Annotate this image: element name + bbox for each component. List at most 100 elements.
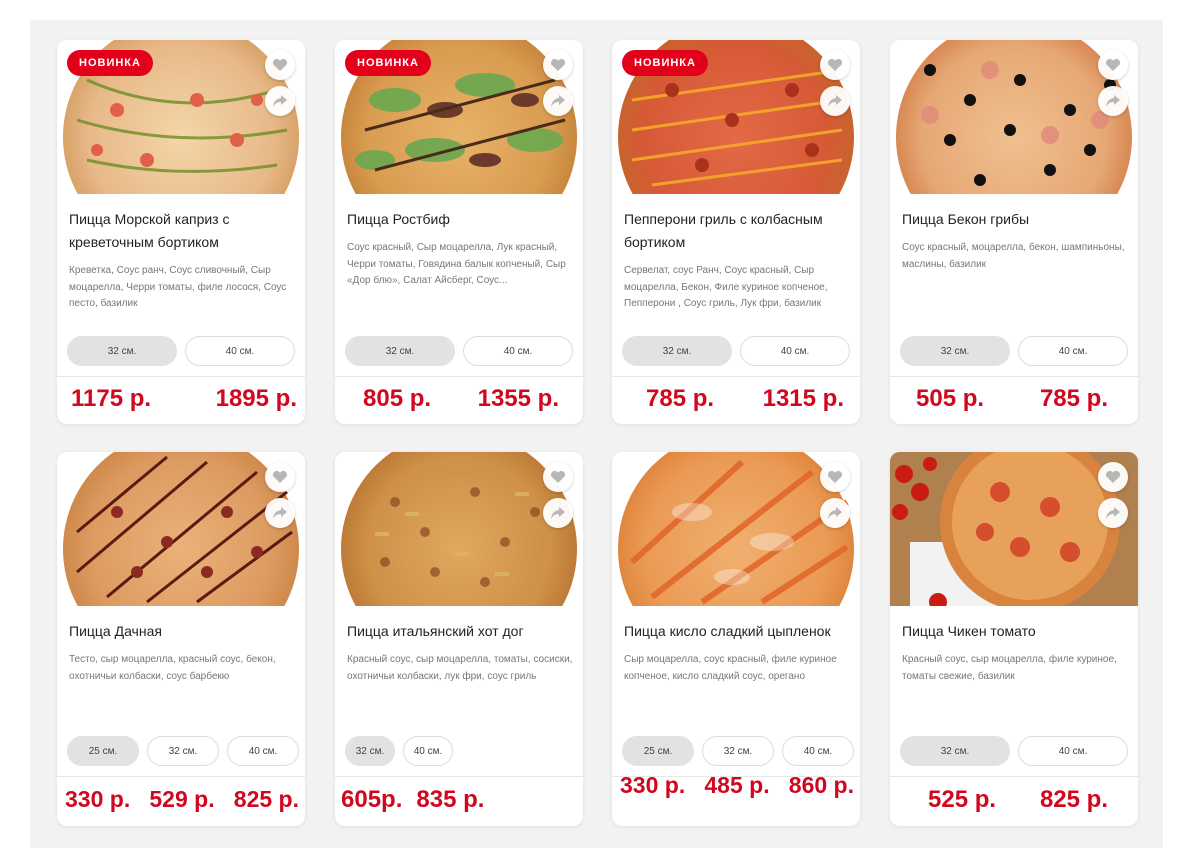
favorite-button[interactable] (265, 50, 295, 80)
divider (890, 776, 1138, 777)
share-icon (551, 507, 565, 519)
price: 835 р. (416, 786, 485, 813)
divider (612, 376, 860, 377)
heart-icon (550, 470, 566, 483)
share-button[interactable] (820, 86, 850, 116)
product-title[interactable]: Пицца кисло сладкий цыпленок (624, 620, 850, 643)
favorite-button[interactable] (265, 462, 295, 492)
size-option[interactable]: 40 см. (463, 336, 573, 366)
size-option[interactable]: 32 см. (702, 736, 774, 766)
heart-icon (272, 58, 288, 71)
favorite-button[interactable] (820, 50, 850, 80)
size-option[interactable]: 32 см. (147, 736, 219, 766)
product-card[interactable]: Пицца Чикен томато Красный соус, сыр моц… (890, 452, 1138, 826)
price-row: 525 р. 825 р. (890, 786, 1138, 814)
size-selector: 32 см. 40 см. (622, 336, 850, 366)
product-description: Красный соус, сыр моцарелла, томаты, сос… (347, 654, 573, 682)
size-selector: 25 см. 32 см. 40 см. (622, 736, 854, 766)
size-option[interactable]: 25 см. (622, 736, 694, 766)
share-icon (828, 95, 842, 107)
product-card[interactable]: НОВИНКА Пицца Ростбиф Соус красный, Сыр … (335, 40, 583, 424)
price-row: 330 р. 485 р. 860 р. (612, 772, 860, 799)
size-option[interactable]: 40 см. (227, 736, 299, 766)
size-option[interactable]: 40 см. (1018, 736, 1128, 766)
share-button[interactable] (543, 86, 573, 116)
price: 529 р. (149, 786, 215, 812)
divider (57, 776, 305, 777)
product-image[interactable] (335, 452, 583, 606)
favorite-button[interactable] (1098, 50, 1128, 80)
price: 1895 р. (215, 385, 297, 412)
share-icon (273, 95, 287, 107)
favorite-button[interactable] (543, 50, 573, 80)
price-row: 805 р. 1355 р. (335, 385, 583, 413)
price: 1175 р. (71, 385, 152, 412)
size-option[interactable]: 40 см. (403, 736, 453, 766)
size-option[interactable]: 40 см. (782, 736, 854, 766)
product-card[interactable]: Пицца кисло сладкий цыпленок Сыр моцарел… (612, 452, 860, 826)
size-option[interactable]: 32 см. (345, 736, 395, 766)
price: 805 р. (363, 385, 432, 412)
size-option[interactable]: 32 см. (345, 336, 455, 366)
product-card[interactable]: НОВИНКА Пепперони гриль с колбасным борт… (612, 40, 860, 424)
product-image[interactable] (612, 452, 860, 606)
price: 1355 р. (477, 385, 559, 412)
share-button[interactable] (820, 498, 850, 528)
share-icon (551, 95, 565, 107)
size-option[interactable]: 40 см. (185, 336, 295, 366)
size-option[interactable]: 32 см. (900, 336, 1010, 366)
product-card[interactable]: Пицца Бекон грибы Соус красный, моцарелл… (890, 40, 1138, 424)
share-button[interactable] (1098, 498, 1128, 528)
price: 605р. (341, 786, 403, 813)
product-card[interactable]: Пицца итальянский хот дог Красный соус, … (335, 452, 583, 826)
price-row: 605р. 835 р. (335, 786, 583, 814)
size-option[interactable]: 32 см. (67, 336, 177, 366)
price: 825 р. (1039, 786, 1108, 813)
favorite-button[interactable] (1098, 462, 1128, 492)
product-grid: НОВИНКА Пицца Морской каприз с креветочн… (30, 20, 1163, 848)
product-image[interactable] (57, 452, 305, 606)
size-option[interactable]: 25 см. (67, 736, 139, 766)
heart-icon (1105, 58, 1121, 71)
price: 525 р. (928, 786, 997, 813)
share-button[interactable] (265, 86, 295, 116)
product-image[interactable] (890, 452, 1138, 606)
new-badge: НОВИНКА (345, 50, 431, 76)
share-button[interactable] (543, 498, 573, 528)
price: 505 р. (916, 385, 985, 412)
product-title[interactable]: Пепперони гриль с колбасным бортиком (624, 208, 850, 254)
share-button[interactable] (265, 498, 295, 528)
product-title[interactable]: Пицца Чикен томато (902, 620, 1128, 643)
product-title[interactable]: Пицца итальянский хот дог (347, 620, 573, 643)
product-image[interactable]: НОВИНКА (335, 40, 583, 194)
product-image[interactable]: НОВИНКА (612, 40, 860, 194)
favorite-button[interactable] (820, 462, 850, 492)
size-option[interactable]: 32 см. (900, 736, 1010, 766)
product-title[interactable]: Пицца Ростбиф (347, 208, 573, 231)
product-card[interactable]: НОВИНКА Пицца Морской каприз с креветочн… (57, 40, 305, 424)
size-option[interactable]: 40 см. (740, 336, 850, 366)
product-title[interactable]: Пицца Морской каприз с креветочным борти… (69, 208, 295, 254)
product-image[interactable]: НОВИНКА (57, 40, 305, 194)
size-selector: 25 см. 32 см. 40 см. (67, 736, 299, 766)
size-selector: 32 см. 40 см. (900, 736, 1128, 766)
share-icon (273, 507, 287, 519)
product-image[interactable] (890, 40, 1138, 194)
product-card[interactable]: Пицца Дачная Тесто, сыр моцарелла, красн… (57, 452, 305, 826)
heart-icon (550, 58, 566, 71)
divider (57, 376, 305, 377)
product-description: Сервелат, соус Ранч, Соус красный, Сыр м… (624, 265, 828, 309)
divider (890, 376, 1138, 377)
size-option[interactable]: 40 см. (1018, 336, 1128, 366)
heart-icon (1105, 470, 1121, 483)
share-button[interactable] (1098, 86, 1128, 116)
size-option[interactable]: 32 см. (622, 336, 732, 366)
favorite-button[interactable] (543, 462, 573, 492)
price: 485 р. (704, 772, 770, 798)
price: 785 р. (646, 385, 715, 412)
divider (335, 776, 583, 777)
product-title[interactable]: Пицца Бекон грибы (902, 208, 1128, 231)
size-selector: 32 см. 40 см. (900, 336, 1128, 366)
product-title[interactable]: Пицца Дачная (69, 620, 295, 643)
price-row: 1175 р. 1895 р. (57, 385, 305, 413)
